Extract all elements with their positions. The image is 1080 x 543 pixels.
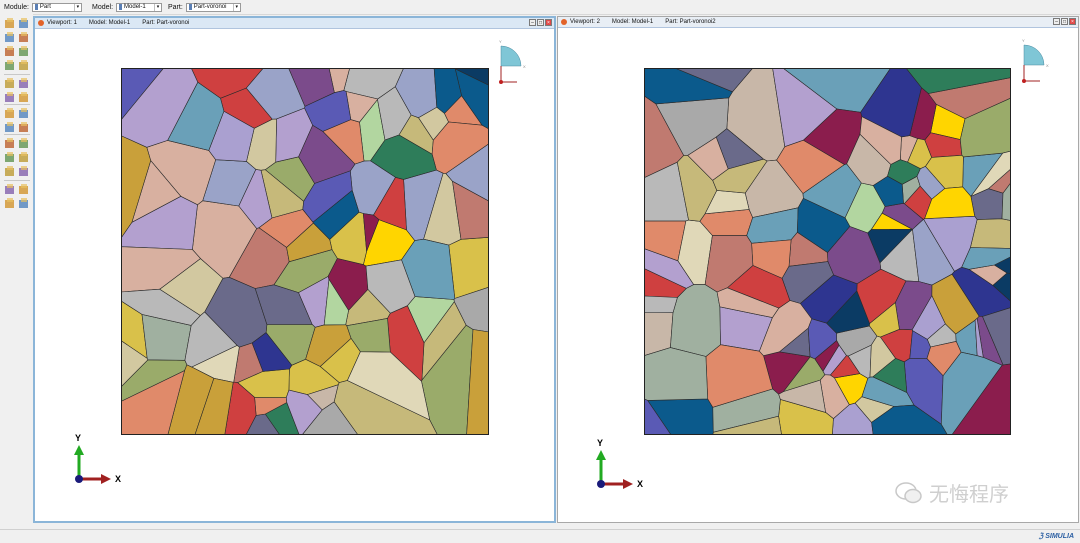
toolbox-tool-icon[interactable] <box>18 122 30 133</box>
toolbox-tool-icon[interactable] <box>4 92 16 103</box>
status-bar: ℨ SIMULIA <box>0 529 1080 543</box>
axis-triad: Y X <box>74 433 121 484</box>
watermark-text: 无悔程序 <box>929 482 1009 506</box>
toolbox <box>0 14 33 529</box>
toolbox-separator <box>4 134 30 135</box>
toolbox-tool-icon[interactable] <box>4 32 16 43</box>
toolbox-separator <box>4 74 30 75</box>
minimize-button[interactable]: – <box>529 19 536 26</box>
chevron-down-icon[interactable]: ▾ <box>154 3 161 11</box>
toolbox-tool-icon[interactable] <box>4 108 16 119</box>
model-selector: Model: Model-1 ▾ <box>92 2 163 12</box>
toolbox-tool-icon[interactable] <box>18 18 30 29</box>
grain-cell <box>448 236 489 299</box>
toolbox-separator <box>4 180 30 181</box>
toolbox-tool-icon[interactable] <box>18 108 30 119</box>
view-cube-x: X <box>1046 63 1049 68</box>
model-value: Model-1 <box>124 4 146 10</box>
simulia-logo: ℨ SIMULIA <box>1038 532 1074 541</box>
viewport-2[interactable]: Viewport: 2 Model: Model-1 Part: Part-vo… <box>557 16 1079 523</box>
module-value: Part <box>39 4 51 10</box>
viewport-icon <box>561 19 567 25</box>
toolbox-tool-icon[interactable] <box>4 138 16 149</box>
context-bar: Module: Part ▾ Model: Model-1 ▾ Part: Pa… <box>0 0 1080 15</box>
module-combo[interactable]: Part ▾ <box>31 2 82 12</box>
module-selector: Module: Part ▾ <box>4 2 82 12</box>
toolbox-tool-icon[interactable] <box>4 166 16 177</box>
viewport-model: Model: Model-1 <box>88 20 131 26</box>
view-cube[interactable]: Y X <box>495 36 535 88</box>
view-cube-y: Y <box>499 39 502 44</box>
x-axis-label: X <box>637 479 643 489</box>
close-button[interactable]: × <box>545 19 552 26</box>
toolbox-tool-icon[interactable] <box>18 152 30 163</box>
toolbox-tool-icon[interactable] <box>18 46 30 57</box>
part-label: Part: <box>168 3 183 11</box>
viewport-model: Model: Model-1 <box>611 19 654 25</box>
close-button[interactable]: × <box>1069 18 1076 25</box>
viewport-part: Part: Part-voronoi2 <box>665 19 716 25</box>
toolbox-tool-icon[interactable] <box>18 32 30 43</box>
toolbox-tool-icon[interactable] <box>4 78 16 89</box>
axis-triad: Y X <box>596 438 643 489</box>
toolbox-tool-icon[interactable] <box>18 166 30 177</box>
minimize-button[interactable]: – <box>1053 18 1060 25</box>
grain-cell <box>644 295 678 314</box>
model-label: Model: <box>92 3 114 11</box>
voronoi-part-2[interactable] <box>644 68 1011 435</box>
module-icon <box>34 4 38 10</box>
view-cube[interactable]: Y X <box>1018 35 1058 87</box>
toolbox-tool-icon[interactable] <box>18 78 30 89</box>
part-combo[interactable]: Part-voronoi ▾ <box>185 2 241 12</box>
y-axis-label: Y <box>75 433 81 443</box>
view-cube-y: Y <box>1022 38 1025 43</box>
toolbox-tool-icon[interactable] <box>4 46 16 57</box>
model-icon <box>119 4 123 10</box>
maximize-button[interactable]: □ <box>1061 18 1068 25</box>
wechat-icon <box>895 481 922 503</box>
chevron-down-icon[interactable]: ▾ <box>73 3 81 11</box>
grain-cell <box>644 347 709 401</box>
chevron-down-icon[interactable]: ▾ <box>232 3 240 11</box>
toolbox-tool-icon[interactable] <box>18 184 30 195</box>
toolbox-tool-icon[interactable] <box>4 152 16 163</box>
toolbox-tool-icon[interactable] <box>18 60 30 71</box>
toolbox-tool-icon[interactable] <box>4 18 16 29</box>
model-combo[interactable]: Model-1 ▾ <box>116 2 163 12</box>
viewport-title: Viewport: 1 <box>47 20 77 26</box>
toolbox-tool-icon[interactable] <box>4 184 16 195</box>
module-label: Module: <box>4 3 29 11</box>
toolbox-tool-icon[interactable] <box>4 198 16 209</box>
toolbox-tool-icon[interactable] <box>4 122 16 133</box>
toolbox-separator <box>4 104 30 105</box>
viewport-1[interactable]: Viewport: 1 Model: Model-1 Part: Part-vo… <box>33 16 556 523</box>
toolbox-tool-icon[interactable] <box>18 198 30 209</box>
y-axis-label: Y <box>597 438 603 448</box>
x-axis-label: X <box>115 474 121 484</box>
watermark: 无悔程序 <box>895 478 1009 507</box>
toolbox-tool-icon[interactable] <box>18 138 30 149</box>
view-cube-x: X <box>523 64 526 69</box>
toolbox-tool-icon[interactable] <box>4 60 16 71</box>
part-value: Part-voronoi <box>193 4 227 10</box>
viewport-icon <box>38 20 44 26</box>
viewport-2-titlebar[interactable]: Viewport: 2 Model: Model-1 Part: Part-vo… <box>558 17 1078 28</box>
part-selector: Part: Part-voronoi ▾ <box>168 2 241 12</box>
part-icon <box>188 4 192 10</box>
voronoi-part-1[interactable] <box>121 68 489 435</box>
viewport-part: Part: Part-voronoi <box>142 20 190 26</box>
viewport-1-titlebar[interactable]: Viewport: 1 Model: Model-1 Part: Part-vo… <box>35 18 554 29</box>
viewport-title: Viewport: 2 <box>570 19 600 25</box>
maximize-button[interactable]: □ <box>537 19 544 26</box>
toolbox-tool-icon[interactable] <box>18 92 30 103</box>
ds-logo-icon: ℨ <box>1038 533 1044 540</box>
